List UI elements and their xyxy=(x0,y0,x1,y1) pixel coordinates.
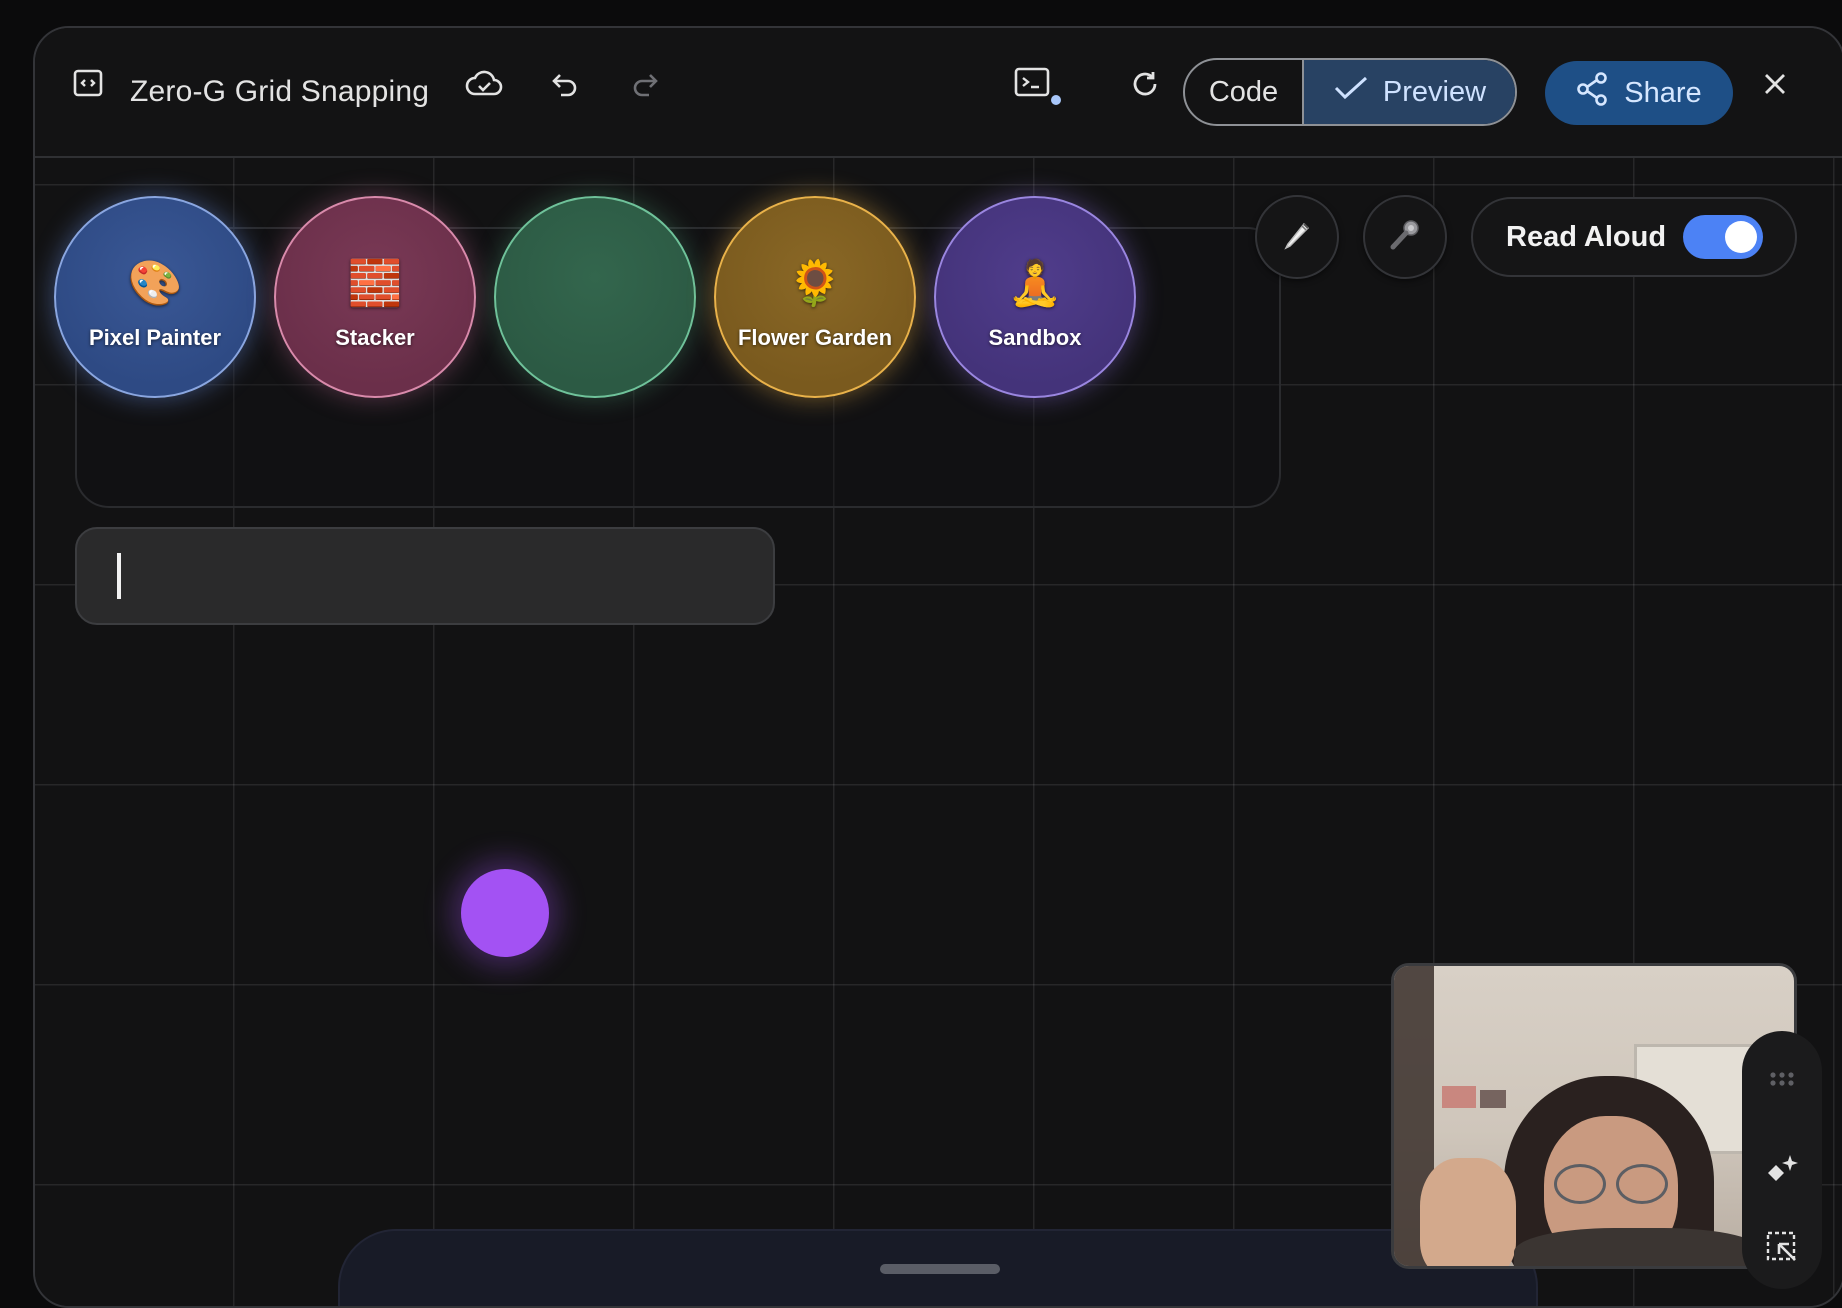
preview-tab[interactable]: Preview xyxy=(1304,60,1515,124)
app-window: Zero-G Grid Snapping Code Preview Share … xyxy=(33,26,1842,1308)
microphone-icon xyxy=(1387,217,1423,258)
sheet-drag-handle[interactable] xyxy=(880,1264,1000,1274)
launcher-unnamed[interactable] xyxy=(494,196,696,398)
select-area-icon[interactable] xyxy=(1760,1225,1804,1269)
toggle-knob xyxy=(1725,221,1757,253)
close-icon[interactable] xyxy=(1757,66,1793,102)
launcher-pixel-painter[interactable]: 🎨 Pixel Painter xyxy=(54,196,256,398)
sunflower-icon: 🌻 xyxy=(787,259,843,308)
bottom-sheet[interactable] xyxy=(338,1229,1538,1306)
meditation-icon: 🧘 xyxy=(1007,259,1063,308)
launcher-sandbox[interactable]: 🧘 Sandbox xyxy=(934,196,1136,398)
drag-grip-icon[interactable] xyxy=(1760,1057,1804,1101)
top-bar: Zero-G Grid Snapping Code Preview Share xyxy=(35,28,1842,158)
page-title: Zero-G Grid Snapping xyxy=(130,75,430,108)
preview-canvas[interactable]: 🎨 Pixel Painter 🧱 Stacker 🌻 Flower Garde… xyxy=(35,158,1842,1306)
refresh-icon[interactable] xyxy=(1125,64,1165,104)
camera-toolbar xyxy=(1742,1031,1822,1289)
read-aloud-control: Read Aloud xyxy=(1471,197,1797,277)
pencil-icon xyxy=(1280,218,1314,257)
microphone-button[interactable] xyxy=(1363,195,1447,279)
pencil-button[interactable] xyxy=(1255,195,1339,279)
draggable-orb[interactable] xyxy=(461,869,549,957)
undo-icon[interactable] xyxy=(545,64,585,104)
bricks-icon: 🧱 xyxy=(347,259,403,308)
share-button[interactable]: Share xyxy=(1545,61,1733,125)
terminal-icon[interactable] xyxy=(1011,62,1065,108)
text-caret xyxy=(117,553,121,599)
check-icon xyxy=(1333,74,1369,110)
camera-preview xyxy=(1391,963,1797,1269)
redo-icon[interactable] xyxy=(625,64,665,104)
text-input[interactable] xyxy=(75,527,775,625)
cloud-save-icon[interactable] xyxy=(463,62,505,104)
read-aloud-toggle[interactable] xyxy=(1683,215,1763,259)
launcher-flower-garden[interactable]: 🌻 Flower Garden xyxy=(714,196,916,398)
code-tab[interactable]: Code xyxy=(1185,60,1304,124)
palette-icon: 🎨 xyxy=(127,259,183,308)
launcher-stacker[interactable]: 🧱 Stacker xyxy=(274,196,476,398)
view-mode-toggle: Code Preview xyxy=(1183,58,1517,126)
share-icon xyxy=(1576,72,1608,114)
sparkle-effects-icon[interactable] xyxy=(1760,1147,1804,1191)
code-window-icon xyxy=(71,66,105,100)
